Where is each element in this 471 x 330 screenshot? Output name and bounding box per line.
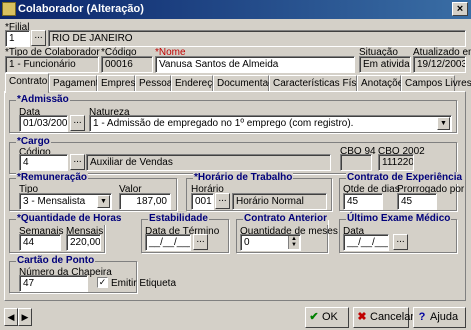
- qtde-dias-field[interactable]: 45: [343, 193, 383, 210]
- quantidade-meses-field[interactable]: 0 ▲ ▼: [240, 234, 301, 251]
- horario-lookup-button[interactable]: ...: [215, 193, 230, 209]
- atualizado-field: 19/12/2003: [413, 56, 466, 73]
- chapeira-field[interactable]: 47: [19, 275, 88, 292]
- natureza-value: 1 - Admissão de empregado no 1º emprego …: [93, 118, 354, 129]
- tab-endereco[interactable]: Endereço: [171, 75, 218, 92]
- previous-record-button[interactable]: ◀: [4, 308, 18, 326]
- chevron-down-icon[interactable]: ▼: [97, 195, 110, 208]
- emitir-etiqueta-label: Emitir Etiqueta: [111, 278, 177, 289]
- horario-codigo-field[interactable]: 001: [191, 193, 214, 210]
- tipo-colaborador-field: 1 - Funcionário: [5, 56, 99, 73]
- window-title: Colaborador (Alteração): [0, 0, 471, 19]
- exame-data-field[interactable]: __/__/____: [343, 234, 389, 251]
- cbo94-field: [340, 154, 372, 171]
- horas-title: *Quantidade de Horas: [16, 213, 123, 225]
- admissao-calendar-button[interactable]: ...: [70, 115, 85, 131]
- cancelar-label: Cancelar: [370, 311, 415, 323]
- contrato-anterior-title: Contrato Anterior: [243, 213, 328, 225]
- estabilidade-calendar-button[interactable]: ...: [193, 234, 208, 250]
- checkmark-icon: ✔: [309, 311, 319, 323]
- emitir-etiqueta-checkbox[interactable]: ✓: [97, 277, 108, 288]
- app-icon: [2, 2, 16, 16]
- cancelar-button[interactable]: ✖ Cancelar: [353, 307, 414, 328]
- admissao-data-field[interactable]: 01/03/2000: [19, 115, 68, 132]
- estabilidade-data-field[interactable]: __/__/____: [145, 234, 191, 251]
- ponto-title: Cartão de Ponto: [16, 255, 96, 267]
- ok-button[interactable]: ✔ OK: [305, 307, 349, 328]
- tab-pagamento[interactable]: Pagamento: [49, 75, 104, 92]
- remuneracao-title: *Remuneração: [16, 172, 89, 184]
- ok-label: OK: [322, 311, 338, 323]
- ajuda-label: Ajuda: [430, 311, 459, 323]
- cargo-codigo-field[interactable]: 4: [19, 154, 68, 171]
- remuneracao-tipo-value: 3 - Mensalista: [23, 196, 86, 207]
- tab-campos-livres[interactable]: Campos Livres: [401, 75, 471, 92]
- help-icon: ?: [418, 311, 426, 323]
- tab-anotacoes[interactable]: Anotações: [357, 75, 408, 92]
- mensais-field[interactable]: 220,00: [66, 234, 101, 251]
- exame-title: Último Exame Médico: [346, 213, 452, 225]
- prorrogado-field[interactable]: 45: [397, 193, 437, 210]
- nome-field[interactable]: Vanusa Santos de Almeida: [155, 56, 355, 73]
- tab-documentacao[interactable]: Documentação: [213, 75, 284, 92]
- chevron-down-icon[interactable]: ▼: [437, 117, 450, 130]
- tab-empresa[interactable]: Empresa: [97, 75, 141, 92]
- spin-arrows-icon[interactable]: ▲ ▼: [288, 236, 299, 249]
- cargo-descricao-field: Auxiliar de Vendas: [86, 154, 331, 171]
- horario-descricao-field: Horário Normal: [232, 193, 327, 210]
- tab-caracteristicas-fisicas[interactable]: Características Físicas: [269, 75, 374, 92]
- estabilidade-title: Estabilidade: [148, 213, 209, 225]
- ajuda-button[interactable]: ? Ajuda: [413, 307, 466, 328]
- situacao-field: Em atividade: [359, 56, 411, 73]
- cbo2002-field: 111220: [378, 154, 414, 171]
- filial-name-field: RIO DE JANEIRO: [48, 30, 466, 47]
- tab-contrato[interactable]: Contrato: [5, 73, 49, 93]
- cargo-lookup-button[interactable]: ...: [70, 154, 85, 170]
- next-record-button[interactable]: ▶: [18, 308, 32, 326]
- exame-calendar-button[interactable]: ...: [393, 234, 408, 250]
- valor-field[interactable]: 187,00: [119, 193, 171, 210]
- tab-pessoal[interactable]: Pessoal: [135, 75, 175, 92]
- horario-title: *Horário de Trabalho: [193, 172, 294, 184]
- filial-code-field[interactable]: 1: [5, 30, 30, 47]
- natureza-select[interactable]: 1 - Admissão de empregado no 1º emprego …: [89, 115, 452, 132]
- remuneracao-tipo-select[interactable]: 3 - Mensalista ▼: [19, 193, 112, 210]
- admissao-title: *Admissão: [16, 94, 70, 106]
- quantidade-meses-value: 0: [244, 237, 250, 248]
- experiencia-title: Contrato de Experiência: [346, 172, 464, 184]
- filial-lookup-button[interactable]: ...: [31, 30, 46, 46]
- codigo-field: 00016: [101, 56, 153, 73]
- semanais-field[interactable]: 44: [19, 234, 61, 251]
- close-button[interactable]: ×: [452, 2, 468, 16]
- cross-icon: ✖: [357, 311, 367, 323]
